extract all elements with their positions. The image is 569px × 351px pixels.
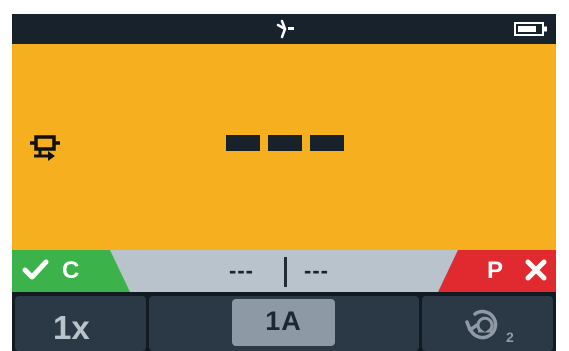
- pass-label: C: [62, 257, 80, 284]
- reverse-subscript: 2: [506, 329, 514, 344]
- softkey-bar: 1x 1A 2: [12, 292, 556, 351]
- main-reading-dashes: [226, 135, 344, 151]
- main-reading-value: [226, 135, 344, 151]
- battery-icon: [514, 22, 547, 36]
- range-label: 1A: [265, 306, 302, 336]
- fail-label: P: [487, 257, 504, 284]
- softkey-left-label: 1x: [53, 309, 90, 346]
- left-value: ---: [229, 258, 254, 283]
- check-icon: [22, 259, 49, 280]
- meter-screen: C --- --- P 1x 1A 2: [12, 14, 556, 351]
- plug-icon: [276, 19, 294, 39]
- softkey-reverse-button[interactable]: 2: [422, 296, 553, 351]
- result-strip: C --- --- P: [12, 250, 556, 292]
- softkey-range-button[interactable]: 1A: [149, 296, 419, 351]
- value-divider: [284, 257, 287, 287]
- top-status-bar: [12, 14, 556, 44]
- cross-icon: [525, 259, 547, 281]
- reading-area: [12, 44, 556, 250]
- reverse-ohm-icon: 2: [465, 309, 514, 344]
- continuity-probe-icon: [30, 135, 60, 161]
- range-selector[interactable]: 1A: [232, 299, 335, 346]
- right-value: ---: [304, 258, 329, 283]
- softkey-left-button[interactable]: 1x: [15, 296, 146, 351]
